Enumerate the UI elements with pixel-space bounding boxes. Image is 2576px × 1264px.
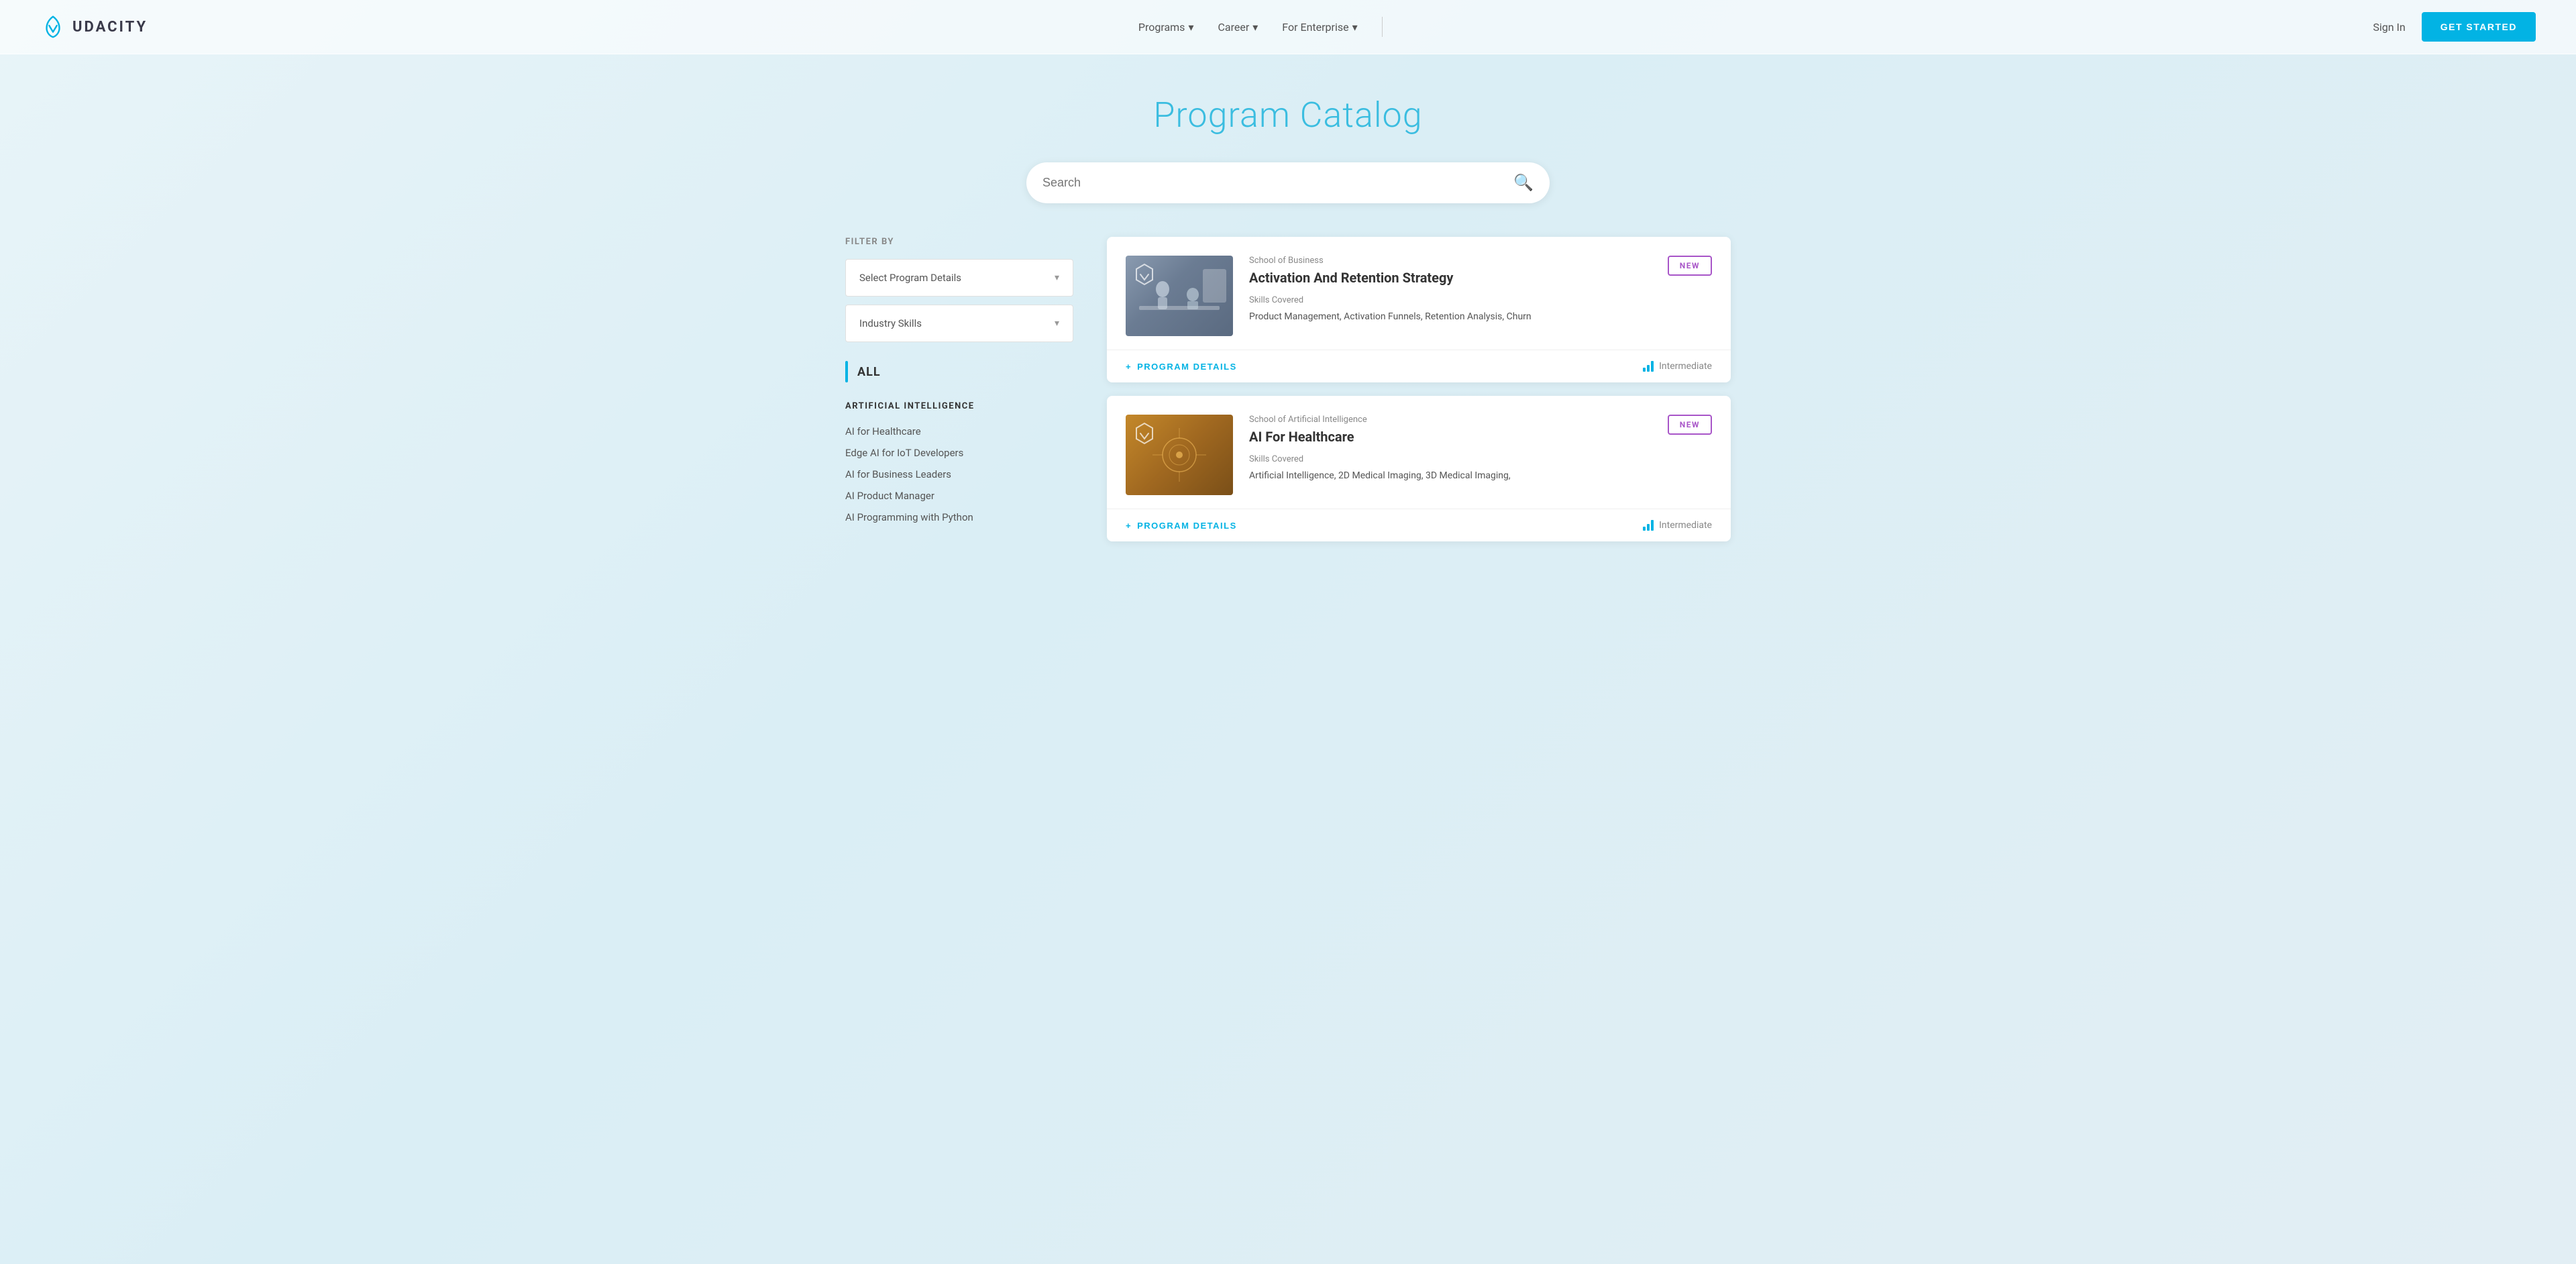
sign-in-button[interactable]: Sign In [2373, 21, 2405, 34]
card-title: Activation And Retention Strategy [1249, 270, 1652, 286]
program-details-button[interactable]: + PROGRAM DETAILS [1126, 362, 1237, 372]
nav-career[interactable]: Career ▾ [1218, 21, 1258, 34]
card-thumbnail [1126, 256, 1233, 336]
level-indicator: Intermediate [1643, 361, 1712, 372]
search-container: 🔍 [0, 162, 2576, 203]
sidebar-item-ai-product[interactable]: AI Product Manager [845, 485, 1073, 507]
industry-skills-dropdown[interactable]: Industry Skills ▾ [845, 305, 1073, 342]
sidebar-item-ai-healthcare[interactable]: AI for Healthcare [845, 421, 1073, 442]
chevron-down-icon: ▾ [1055, 318, 1059, 329]
chevron-down-icon: ▾ [1252, 21, 1258, 34]
sidebar-item-ai-business[interactable]: AI for Business Leaders [845, 464, 1073, 485]
chevron-down-icon: ▾ [1055, 272, 1059, 283]
skills-label: Skills Covered [1249, 295, 1652, 305]
plus-icon: + [1126, 521, 1132, 531]
logo-text: UDACITY [72, 19, 148, 36]
nav-right: Sign In GET STARTED [2373, 12, 2536, 42]
nav-center: Programs ▾ Career ▾ For Enterprise ▾ [1138, 17, 1383, 37]
card-footer: + PROGRAM DETAILS Intermediate [1107, 509, 1731, 541]
chevron-down-icon: ▾ [1352, 21, 1358, 34]
card-school: School of Artificial Intelligence [1249, 415, 1652, 425]
card-title: AI For Healthcare [1249, 429, 1652, 445]
nav-programs[interactable]: Programs ▾ [1138, 21, 1194, 34]
card-info: School of Artificial Intelligence AI For… [1249, 415, 1652, 495]
navbar: UDACITY Programs ▾ Career ▾ For Enterpri… [0, 0, 2576, 54]
industry-skills-label: Industry Skills [859, 317, 922, 329]
page-title: Program Catalog [13, 95, 2563, 136]
plus-icon: + [1126, 362, 1132, 372]
main-layout: FILTER BY Select Program Details ▾ Indus… [805, 237, 1771, 541]
program-card: School of Business Activation And Retent… [1107, 237, 1731, 382]
get-started-button[interactable]: GET STARTED [2422, 12, 2536, 42]
udacity-logo-icon [40, 14, 66, 40]
logo[interactable]: UDACITY [40, 14, 148, 40]
category-title: ARTIFICIAL INTELLIGENCE [845, 401, 1073, 411]
card-footer: + PROGRAM DETAILS Intermediate [1107, 350, 1731, 382]
filter-by-label: FILTER BY [845, 237, 1073, 247]
level-text: Intermediate [1659, 361, 1712, 372]
search-icon: 🔍 [1513, 174, 1534, 192]
card-top: School of Business Activation And Retent… [1107, 237, 1731, 350]
cards-section: School of Business Activation And Retent… [1107, 237, 1731, 541]
skills-text: Product Management, Activation Funnels, … [1249, 309, 1652, 324]
all-bar-indicator [845, 361, 848, 382]
card-thumbnail [1126, 415, 1233, 495]
new-badge: NEW [1668, 256, 1712, 276]
search-box: 🔍 [1026, 162, 1550, 203]
new-badge: NEW [1668, 415, 1712, 435]
card-top: School of Artificial Intelligence AI For… [1107, 396, 1731, 509]
nav-enterprise[interactable]: For Enterprise ▾ [1282, 21, 1357, 34]
all-label: ALL [857, 365, 881, 379]
level-icon [1643, 361, 1654, 372]
select-program-dropdown[interactable]: Select Program Details ▾ [845, 259, 1073, 297]
level-indicator: Intermediate [1643, 520, 1712, 531]
sidebar-item-ai-python[interactable]: AI Programming with Python [845, 507, 1073, 528]
program-details-button[interactable]: + PROGRAM DETAILS [1126, 521, 1237, 531]
ai-scene-illustration [1126, 415, 1233, 495]
category-section: ARTIFICIAL INTELLIGENCE AI for Healthcar… [845, 401, 1073, 528]
nav-divider [1382, 17, 1383, 37]
level-text: Intermediate [1659, 520, 1712, 531]
skills-label: Skills Covered [1249, 454, 1652, 464]
level-icon [1643, 520, 1654, 531]
search-input[interactable] [1042, 176, 1513, 190]
sidebar-item-edge-ai[interactable]: Edge AI for IoT Developers [845, 442, 1073, 464]
chevron-down-icon: ▾ [1188, 21, 1193, 34]
card-school: School of Business [1249, 256, 1652, 266]
card-info: School of Business Activation And Retent… [1249, 256, 1652, 336]
business-scene-illustration [1126, 256, 1233, 336]
skills-text: Artificial Intelligence, 2D Medical Imag… [1249, 468, 1652, 483]
select-program-label: Select Program Details [859, 272, 961, 284]
hero-section: Program Catalog [0, 54, 2576, 162]
sidebar: FILTER BY Select Program Details ▾ Indus… [845, 237, 1073, 541]
program-card: School of Artificial Intelligence AI For… [1107, 396, 1731, 541]
search-button[interactable]: 🔍 [1513, 173, 1534, 193]
all-filter[interactable]: ALL [845, 361, 1073, 382]
